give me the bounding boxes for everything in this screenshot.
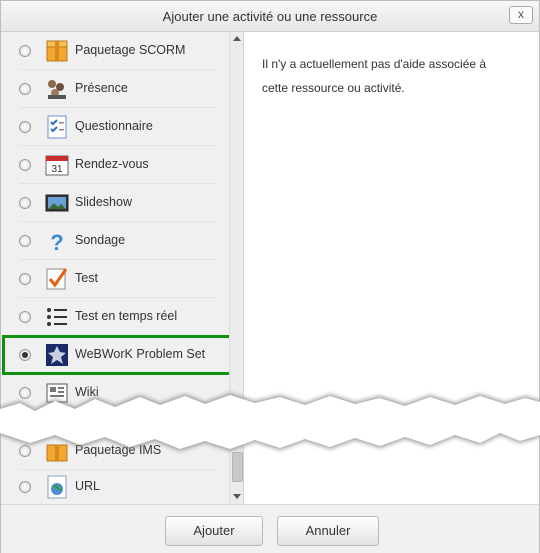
close-button[interactable]: x <box>509 6 533 24</box>
help-text: Il n'y a actuellement pas d'aide associé… <box>262 57 487 95</box>
questionnaire-icon <box>45 115 69 139</box>
radio-test-temps-reel[interactable] <box>19 311 31 323</box>
list-item-questionnaire[interactable]: Questionnaire <box>1 108 229 146</box>
selection-highlight <box>2 335 232 375</box>
radio-presence[interactable] <box>19 83 31 95</box>
item-label: Présence <box>75 81 128 95</box>
attendance-icon <box>45 77 69 101</box>
item-label: Rendez-vous <box>75 157 149 171</box>
cancel-button[interactable]: Annuler <box>277 516 379 546</box>
add-activity-dialog: Ajouter une activité ou une ressource x … <box>0 0 540 553</box>
list-item-sondage[interactable]: ? Sondage <box>1 222 229 260</box>
item-label: Paquetage SCORM <box>75 43 186 57</box>
scroll-down-icon[interactable] <box>233 494 241 499</box>
svg-text:31: 31 <box>51 164 63 175</box>
svg-text:?: ? <box>50 230 63 253</box>
item-label: Slideshow <box>75 195 132 209</box>
list-item-test[interactable]: Test <box>1 260 229 298</box>
item-label: Test <box>75 271 98 285</box>
list-item-slideshow[interactable]: Slideshow <box>1 184 229 222</box>
dialog-footer: Ajouter Annuler <box>1 504 539 553</box>
radio-url[interactable] <box>19 481 31 493</box>
scroll-thumb[interactable] <box>232 452 243 482</box>
list-item-presence[interactable]: Présence <box>1 70 229 108</box>
list-icon <box>45 305 69 329</box>
add-button[interactable]: Ajouter <box>165 516 263 546</box>
item-label: Sondage <box>75 233 126 247</box>
url-icon <box>45 475 69 499</box>
radio-scorm[interactable] <box>19 45 31 57</box>
calendar-icon: 31 <box>45 153 69 177</box>
item-label: Test en temps réel <box>75 309 178 323</box>
item-label: URL <box>75 479 101 493</box>
scroll-up-icon[interactable] <box>233 36 241 41</box>
item-label: Questionnaire <box>75 119 153 133</box>
dialog-title: Ajouter une activité ou une ressource <box>162 9 378 24</box>
slideshow-icon <box>45 191 69 215</box>
list-item-test-temps-reel[interactable]: Test en temps réel <box>1 298 229 336</box>
radio-rendez-vous[interactable] <box>19 159 31 171</box>
radio-test[interactable] <box>19 273 31 285</box>
radio-slideshow[interactable] <box>19 197 31 209</box>
radio-sondage[interactable] <box>19 235 31 247</box>
question-mark-icon: ? <box>45 229 69 255</box>
scorm-package-icon <box>45 39 69 63</box>
torn-edge-overlay <box>0 393 540 451</box>
dialog-header: Ajouter une activité ou une ressource x <box>1 1 539 32</box>
checkmark-icon <box>45 267 69 291</box>
list-item-rendez-vous[interactable]: 31 Rendez-vous <box>1 146 229 184</box>
radio-questionnaire[interactable] <box>19 121 31 133</box>
list-item-url[interactable]: URL <box>1 468 229 504</box>
list-item-scorm[interactable]: Paquetage SCORM <box>1 32 229 70</box>
